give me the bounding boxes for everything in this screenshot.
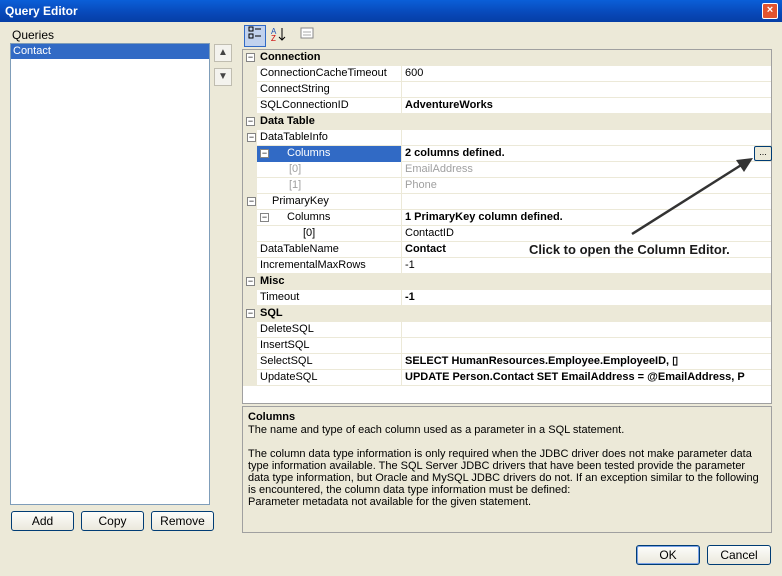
collapse-icon[interactable]: − [246, 53, 255, 62]
property-row[interactable]: − DataTableInfo [243, 130, 771, 146]
window-title: Query Editor [5, 4, 78, 18]
collapse-icon[interactable]: − [260, 149, 269, 158]
property-row[interactable]: IncrementalMaxRows -1 [243, 258, 771, 274]
close-button[interactable]: × [762, 3, 778, 19]
collapse-icon[interactable]: − [246, 117, 255, 126]
title-bar: Query Editor × [0, 0, 782, 22]
categorized-icon [248, 26, 261, 39]
remove-button[interactable]: Remove [151, 511, 214, 531]
help-paragraph: Parameter metadata not available for the… [248, 496, 532, 508]
collapse-icon[interactable]: − [247, 133, 256, 142]
move-down-button[interactable]: ▼ [214, 68, 232, 86]
property-pages-button[interactable] [296, 25, 318, 47]
category-data-table[interactable]: − Data Table [243, 114, 771, 130]
add-button[interactable]: Add [11, 511, 74, 531]
property-toolbar: A Z [242, 25, 772, 47]
collapse-icon[interactable]: − [246, 309, 255, 318]
help-description: The name and type of each column used as… [248, 424, 625, 436]
arrow-down-icon: ▼ [218, 71, 228, 82]
ok-button[interactable]: OK [636, 545, 700, 565]
alphabetical-button[interactable]: A Z [267, 25, 289, 47]
property-row[interactable]: DeleteSQL [243, 322, 771, 338]
sort-az-icon: A Z [271, 27, 286, 43]
category-sql[interactable]: − SQL [243, 306, 771, 322]
help-panel: Columns The name and type of each column… [242, 406, 772, 533]
annotation-text: Click to open the Column Editor. [529, 242, 730, 257]
property-pages-icon [300, 27, 314, 39]
annotation-arrow-icon [631, 158, 753, 236]
help-title: Columns [248, 411, 296, 423]
categorized-button[interactable] [244, 25, 266, 47]
property-row[interactable]: ConnectionCacheTimeout 600 [243, 66, 771, 82]
move-up-button[interactable]: ▲ [214, 44, 232, 62]
category-connection[interactable]: − Connection [243, 50, 771, 66]
collapse-icon[interactable]: − [246, 277, 255, 286]
property-row[interactable]: Timeout -1 [243, 290, 771, 306]
collapse-icon[interactable]: − [247, 197, 256, 206]
property-row[interactable]: InsertSQL [243, 338, 771, 354]
help-paragraph: The column data type information is only… [248, 448, 759, 496]
property-row[interactable]: SelectSQL SELECT HumanResources.Employee… [243, 354, 771, 370]
query-item-contact[interactable]: Contact [11, 44, 209, 59]
arrow-up-icon: ▲ [218, 47, 228, 58]
property-row[interactable]: UpdateSQL UPDATE Person.Contact SET Emai… [243, 370, 771, 386]
queries-label: Queries [12, 28, 55, 42]
copy-button[interactable]: Copy [81, 511, 144, 531]
property-row[interactable]: ConnectString [243, 82, 771, 98]
category-misc[interactable]: − Misc [243, 274, 771, 290]
svg-text:Z: Z [271, 34, 276, 42]
property-row[interactable]: SQLConnectionID AdventureWorks [243, 98, 771, 114]
cancel-button[interactable]: Cancel [707, 545, 771, 565]
queries-list[interactable]: Contact [10, 43, 210, 505]
